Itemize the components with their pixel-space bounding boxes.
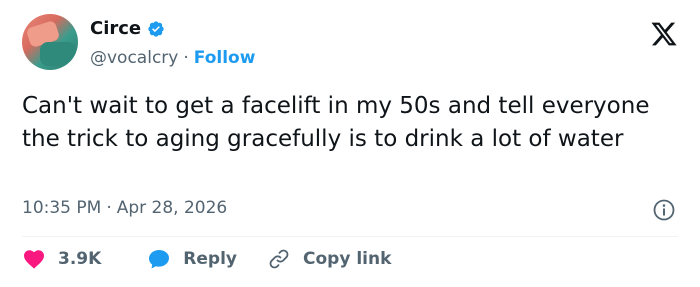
like-button[interactable]: 3.9K	[22, 247, 101, 271]
handle-row: @vocalcry · Follow	[90, 48, 255, 68]
tweet-timestamp[interactable]: 10:35 PM · Apr 28, 2026	[22, 198, 227, 218]
copy-link-label: Copy link	[303, 249, 392, 269]
speech-bubble-icon	[149, 250, 170, 269]
like-count: 3.9K	[58, 249, 102, 269]
separator-dot: ·	[106, 198, 112, 218]
divider	[22, 236, 678, 237]
author-name-row: Circe	[90, 18, 165, 39]
heart-icon	[24, 250, 44, 269]
author-name[interactable]: Circe	[90, 18, 141, 39]
separator-dot: ·	[183, 48, 189, 68]
x-logo-icon[interactable]	[650, 20, 678, 48]
tweet-text: Can't wait to get a facelift in my 50s a…	[22, 93, 650, 152]
reply-button[interactable]: Reply	[147, 247, 237, 271]
tweet-actions: 3.9K Reply Copy link	[22, 247, 391, 271]
verified-badge-icon	[148, 20, 164, 37]
tweet-date[interactable]: Apr 28, 2026	[117, 198, 228, 218]
avatar-shape	[40, 42, 76, 66]
avatar[interactable]	[22, 14, 78, 70]
tweet-time[interactable]: 10:35 PM	[22, 198, 101, 218]
link-icon	[269, 249, 289, 269]
follow-button[interactable]: Follow	[194, 48, 256, 68]
reply-label: Reply	[183, 249, 237, 269]
copy-link-button[interactable]: Copy link	[267, 247, 391, 271]
author-handle[interactable]: @vocalcry	[90, 48, 178, 68]
info-icon[interactable]	[652, 198, 676, 222]
